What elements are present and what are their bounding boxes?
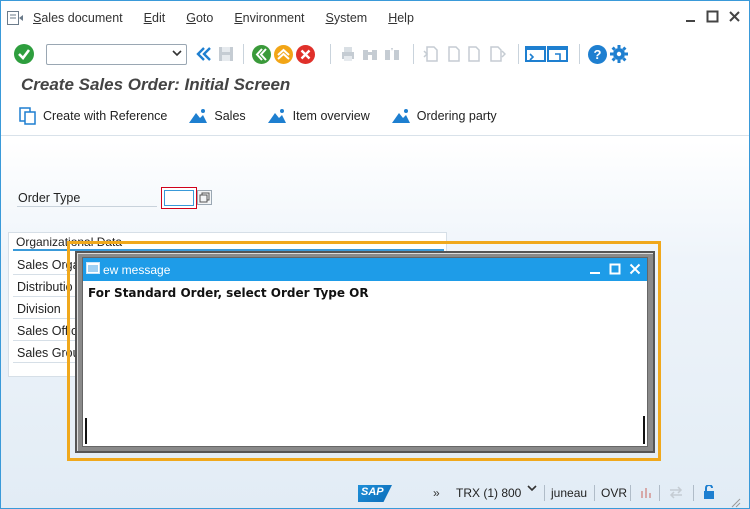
enter-button[interactable] bbox=[13, 43, 35, 65]
cancel-button[interactable] bbox=[294, 43, 316, 65]
toolbar-separator bbox=[330, 44, 331, 64]
dialog-close-icon[interactable] bbox=[629, 263, 641, 275]
value-help-icon[interactable] bbox=[197, 190, 212, 205]
lock-icon[interactable] bbox=[702, 484, 716, 499]
minimize-icon[interactable] bbox=[684, 10, 697, 23]
menu-goto[interactable]: Goto bbox=[186, 11, 213, 25]
toolbar-separator bbox=[243, 44, 244, 64]
status-divider bbox=[594, 485, 595, 501]
mountain-icon bbox=[391, 109, 410, 123]
sap-window: Sales document Edit Goto Environment Sys… bbox=[0, 0, 750, 509]
create-session-icon[interactable] bbox=[525, 43, 547, 65]
system-info: TRX (1) 800 bbox=[456, 486, 522, 500]
dialog-maximize-icon[interactable] bbox=[609, 263, 621, 275]
distribution-channel-label: Distributio bbox=[17, 280, 73, 294]
host-name: juneau bbox=[551, 486, 588, 500]
svg-text:?: ? bbox=[593, 47, 601, 62]
chart-icon[interactable] bbox=[639, 485, 653, 499]
message-dialog-body: ew message For Standard Order, select Or… bbox=[82, 257, 648, 447]
settings-gear-icon[interactable] bbox=[608, 43, 630, 65]
order-type-value bbox=[164, 190, 194, 206]
item-overview-label: Item overview bbox=[292, 109, 370, 123]
item-overview-button[interactable]: Item overview bbox=[267, 108, 370, 124]
ordering-party-button[interactable]: Ordering party bbox=[391, 108, 497, 124]
ordering-party-label: Ordering party bbox=[416, 109, 497, 123]
status-divider bbox=[544, 485, 545, 501]
close-icon[interactable] bbox=[728, 10, 741, 23]
dialog-message: For Standard Order, select Order Type OR bbox=[88, 286, 369, 300]
command-field[interactable] bbox=[46, 43, 187, 65]
division-label: Division bbox=[17, 302, 61, 316]
save-icon[interactable] bbox=[215, 43, 237, 65]
dialog-scrollbar[interactable] bbox=[643, 416, 645, 444]
resize-grip-icon[interactable] bbox=[731, 497, 745, 509]
menu-system[interactable]: System bbox=[326, 11, 368, 25]
double-chevron-left-icon[interactable] bbox=[193, 43, 215, 65]
copy-document-icon bbox=[19, 107, 36, 125]
order-type-input[interactable] bbox=[161, 187, 197, 209]
menu-edit[interactable]: Edit bbox=[144, 11, 166, 25]
status-more-chevron[interactable]: » bbox=[433, 486, 440, 500]
menu-icon[interactable] bbox=[7, 10, 25, 26]
standard-toolbar: ? bbox=[1, 36, 749, 72]
create-with-reference-label: Create with Reference bbox=[43, 109, 168, 123]
message-dialog: ew message For Standard Order, select Or… bbox=[75, 251, 655, 453]
toolbar-separator bbox=[579, 44, 580, 64]
find-icon[interactable] bbox=[359, 43, 381, 65]
maximize-icon[interactable] bbox=[706, 10, 719, 23]
toolbar-divider bbox=[1, 135, 749, 136]
dialog-titlebar[interactable]: ew message bbox=[83, 258, 647, 281]
last-page-icon[interactable] bbox=[486, 43, 508, 65]
exit-button[interactable] bbox=[272, 43, 294, 65]
order-type-label-underline bbox=[17, 206, 157, 207]
menu-environment[interactable]: Environment bbox=[234, 11, 304, 25]
toolbar-separator bbox=[413, 44, 414, 64]
previous-page-icon[interactable] bbox=[442, 43, 464, 65]
page-title: Create Sales Order: Initial Screen bbox=[21, 75, 291, 94]
next-page-icon[interactable] bbox=[464, 43, 486, 65]
sales-label: Sales bbox=[214, 109, 246, 123]
menu-bar: Sales document Edit Goto Environment Sys… bbox=[1, 1, 749, 34]
dialog-title: ew message bbox=[103, 262, 171, 277]
chevron-down-icon[interactable] bbox=[527, 483, 537, 496]
first-page-icon[interactable] bbox=[420, 43, 442, 65]
application-toolbar: Create with Reference Sales Item overvie… bbox=[19, 107, 518, 125]
window-controls bbox=[684, 10, 741, 23]
find-next-icon[interactable] bbox=[381, 43, 403, 65]
dialog-window-controls bbox=[589, 263, 641, 275]
status-divider bbox=[693, 485, 694, 501]
mountain-icon bbox=[189, 109, 208, 123]
menu-help[interactable]: Help bbox=[388, 11, 414, 25]
mountain-icon bbox=[267, 109, 286, 123]
insert-mode[interactable]: OVR bbox=[601, 486, 627, 500]
transfer-icon[interactable] bbox=[669, 485, 683, 499]
status-divider bbox=[659, 485, 660, 501]
back-button[interactable] bbox=[250, 43, 272, 65]
chevron-down-icon[interactable] bbox=[172, 48, 182, 61]
order-type-label: Order Type bbox=[18, 191, 81, 205]
toolbar-separator bbox=[518, 44, 519, 64]
sap-logo: SAP bbox=[358, 485, 392, 502]
create-with-reference-button[interactable]: Create with Reference bbox=[19, 107, 167, 125]
dialog-left-edge bbox=[85, 418, 87, 444]
status-divider bbox=[630, 485, 631, 501]
sales-button[interactable]: Sales bbox=[188, 108, 246, 124]
shortcut-icon[interactable] bbox=[547, 43, 569, 65]
print-icon[interactable] bbox=[337, 43, 359, 65]
help-icon[interactable]: ? bbox=[586, 43, 608, 65]
dialog-minimize-icon[interactable] bbox=[589, 263, 601, 275]
window-icon bbox=[86, 262, 100, 277]
menu-sales-document[interactable]: Sales document bbox=[33, 11, 123, 25]
